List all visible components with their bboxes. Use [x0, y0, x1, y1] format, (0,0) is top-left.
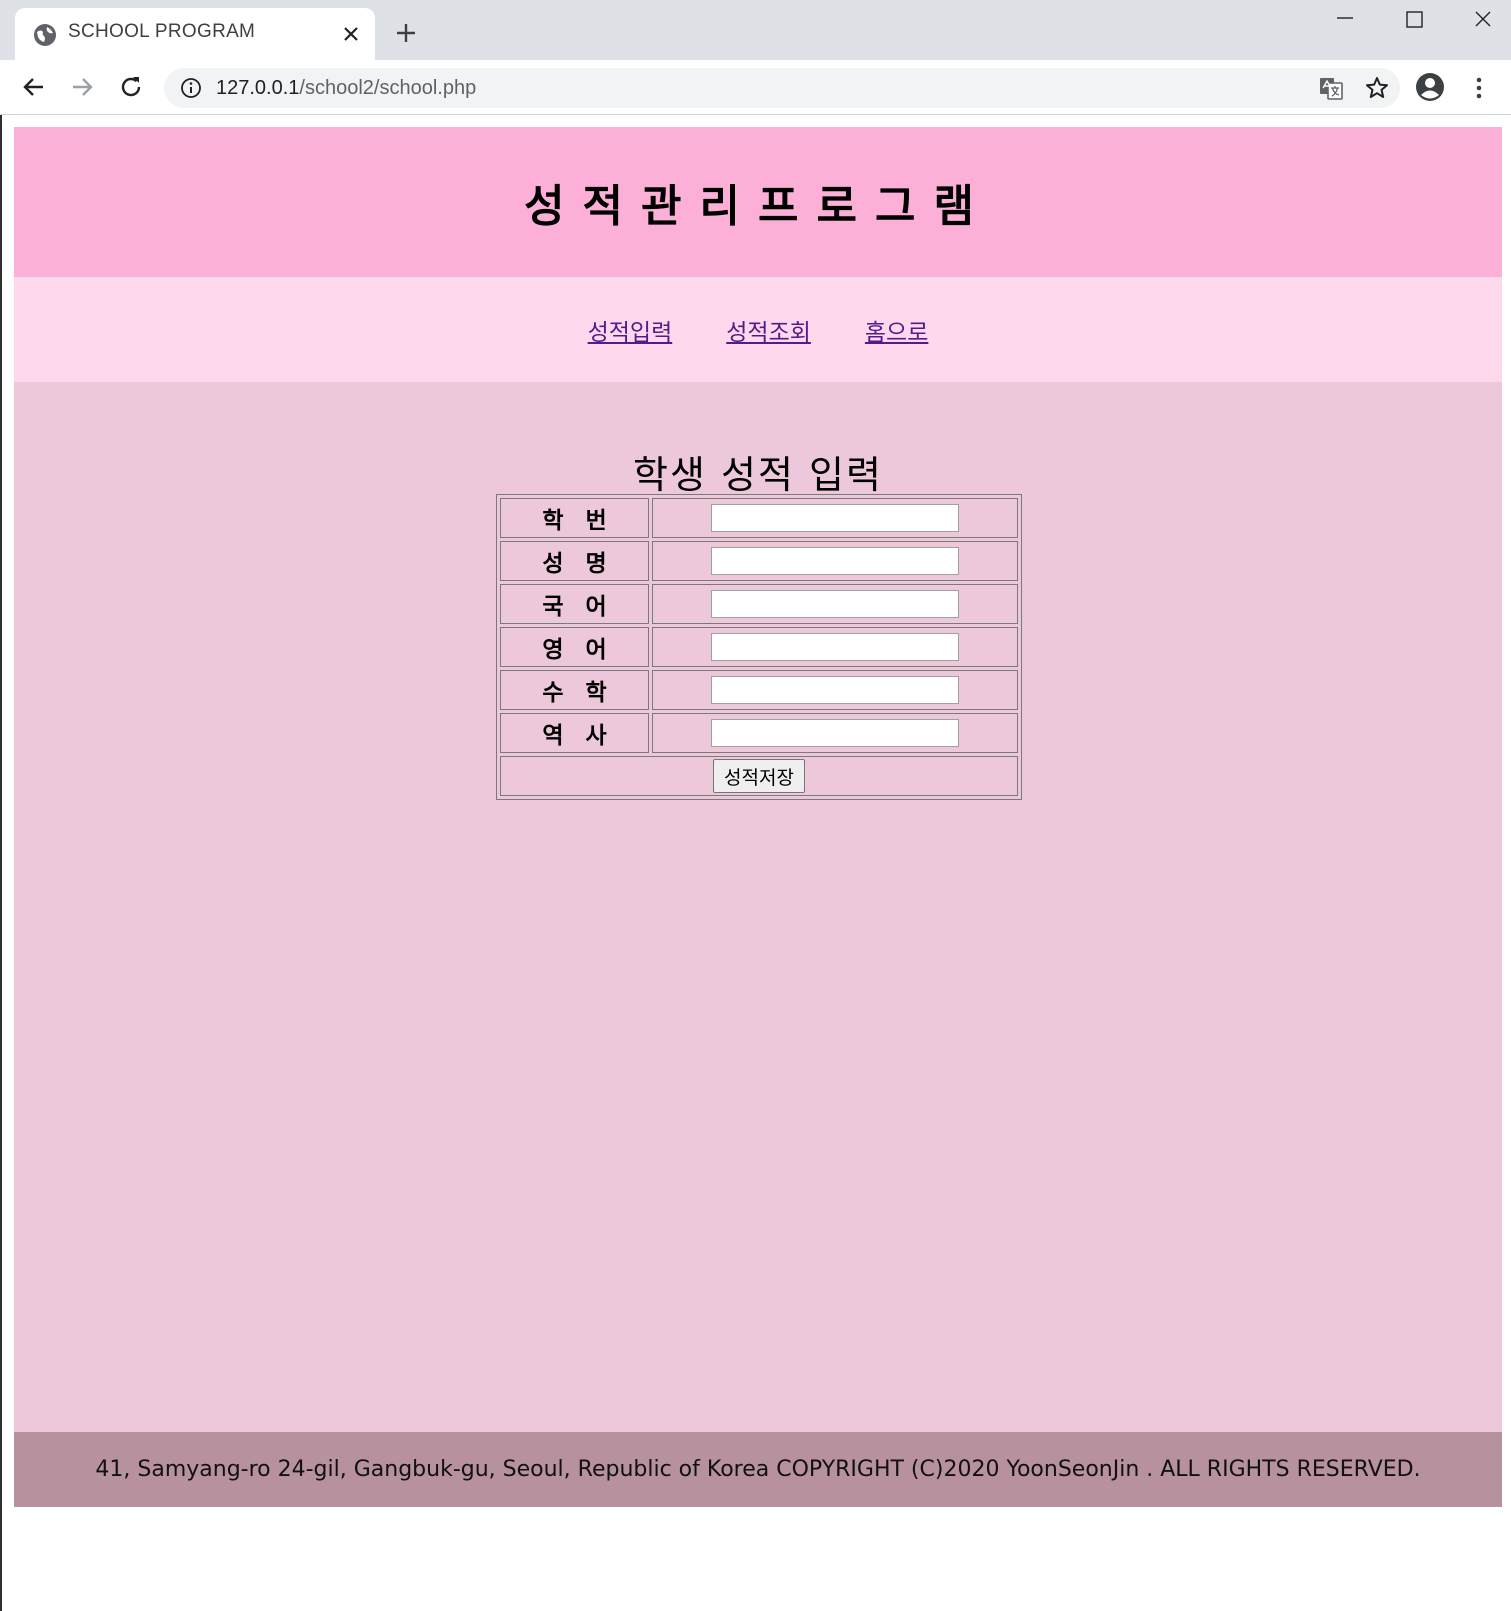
form-row-name: 성명 [500, 541, 1018, 581]
site-main: 학생 성적 입력 학번 성명 국어 영어 수학 역사 성적저장 [14, 382, 1502, 1432]
math-score-input[interactable] [711, 676, 959, 704]
forward-icon[interactable] [68, 73, 96, 101]
nav-link-home[interactable]: 홈으로 [865, 313, 928, 347]
field-cell [652, 584, 1018, 624]
page-viewport: 성적관리프로그램 성적입력 성적조회 홈으로 학생 성적 입력 학번 성명 국어 [0, 115, 1511, 1611]
field-cell [652, 627, 1018, 667]
minimize-icon[interactable] [1323, 4, 1367, 36]
footer-text: 41, Samyang-ro 24-gil, Gangbuk-gu, Seoul… [95, 1457, 1421, 1482]
save-scores-button[interactable]: 성적저장 [713, 759, 805, 793]
student-id-input[interactable] [711, 504, 959, 532]
url-text[interactable]: 127.0.0.1/school2/school.php [216, 77, 476, 100]
translate-icon[interactable] [1318, 75, 1344, 101]
browser-tab[interactable]: SCHOOL PROGRAM [15, 8, 375, 60]
url-host: 127.0.0.1 [216, 77, 300, 99]
field-cell [652, 541, 1018, 581]
label-student-id: 학번 [500, 498, 649, 538]
new-tab-icon[interactable] [394, 21, 418, 45]
form-row-history: 역사 [500, 713, 1018, 753]
score-form-table: 학번 성명 국어 영어 수학 역사 성적저장 [496, 494, 1022, 800]
name-input[interactable] [711, 547, 959, 575]
site-header: 성적관리프로그램 [14, 127, 1502, 277]
label-math: 수학 [500, 670, 649, 710]
label-english: 영어 [500, 627, 649, 667]
label-name: 성명 [500, 541, 649, 581]
bookmark-star-icon[interactable] [1364, 75, 1390, 101]
form-row-submit: 성적저장 [500, 756, 1018, 796]
nav-link-score-input[interactable]: 성적입력 [588, 313, 673, 347]
window-edge [0, 115, 2, 1611]
history-score-input[interactable] [711, 719, 959, 747]
site-footer: 41, Samyang-ro 24-gil, Gangbuk-gu, Seoul… [14, 1432, 1502, 1507]
window-close-icon[interactable] [1461, 4, 1505, 36]
maximize-icon[interactable] [1392, 4, 1436, 36]
form-row-math: 수학 [500, 670, 1018, 710]
form-row-korean: 국어 [500, 584, 1018, 624]
page-container: 성적관리프로그램 성적입력 성적조회 홈으로 학생 성적 입력 학번 성명 국어 [14, 127, 1502, 1507]
profile-avatar-icon[interactable] [1415, 72, 1445, 102]
field-cell [652, 498, 1018, 538]
field-cell [652, 713, 1018, 753]
form-heading: 학생 성적 입력 [633, 453, 883, 497]
url-path: /school2/school.php [299, 77, 477, 99]
korean-score-input[interactable] [711, 590, 959, 618]
info-icon[interactable] [180, 77, 202, 99]
form-row-english: 영어 [500, 627, 1018, 667]
form-row-student-id: 학번 [500, 498, 1018, 538]
label-history: 역사 [500, 713, 649, 753]
site-title: 성적관리프로그램 [524, 181, 992, 232]
close-tab-icon[interactable] [341, 24, 361, 44]
browser-titlebar: SCHOOL PROGRAM [0, 0, 1511, 60]
globe-icon [34, 24, 56, 46]
nav-link-score-view[interactable]: 성적조회 [726, 313, 811, 347]
kebab-menu-icon[interactable] [1470, 74, 1488, 102]
tab-title: SCHOOL PROGRAM [68, 21, 256, 42]
field-cell [652, 670, 1018, 710]
browser-toolbar: 127.0.0.1/school2/school.php [0, 60, 1511, 115]
back-icon[interactable] [20, 73, 48, 101]
reload-icon[interactable] [117, 73, 145, 101]
label-korean: 국어 [500, 584, 649, 624]
site-nav: 성적입력 성적조회 홈으로 [14, 277, 1502, 382]
address-bar[interactable]: 127.0.0.1/school2/school.php [164, 68, 1400, 108]
submit-cell: 성적저장 [500, 756, 1018, 796]
english-score-input[interactable] [711, 633, 959, 661]
